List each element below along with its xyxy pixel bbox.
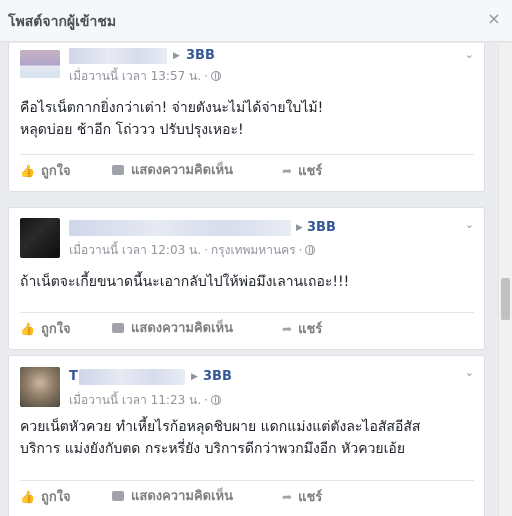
like-button[interactable]: 👍 ถูกใจ <box>20 158 71 184</box>
scrollbar[interactable] <box>498 43 512 516</box>
page-link[interactable]: 3BB <box>307 220 336 235</box>
timestamp[interactable]: เมื่อวานนี้ เวลา 13:57 น. <box>69 69 201 83</box>
share-button[interactable]: ➦ แชร์ <box>282 484 322 510</box>
dialog-title: โพสต์จากผู้เข้าชม <box>8 14 117 30</box>
share-button[interactable]: ➦ แชร์ <box>282 158 322 184</box>
dialog-header: โพสต์จากผู้เข้าชม × <box>0 0 512 42</box>
author-name-redacted[interactable] <box>69 220 291 236</box>
comment-button[interactable]: แสดงความคิดเห็น <box>112 484 233 510</box>
post-meta: เมื่อวานนี้ เวลา 11:23 น. · <box>69 391 221 410</box>
post-text: ควยเน็ตหัวควย ทำเหี้ยไรก้อหลุดชิบผาย แดก… <box>20 419 421 457</box>
post-card: ▶ 3BB เมื่อวานนี้ เวลา 12:03 น. · กรุงเทพม… <box>8 207 485 350</box>
page-link[interactable]: 3BB <box>203 369 232 384</box>
post-actions: 👍 ถูกใจ แสดงความคิดเห็น ➦ แชร์ <box>20 158 474 184</box>
divider <box>20 480 474 481</box>
like-button[interactable]: 👍 ถูกใจ <box>20 316 71 342</box>
post-actions: 👍 ถูกใจ แสดงความคิดเห็น ➦ แชร์ <box>20 316 474 342</box>
visitor-posts-feed: ▶ 3BB เมื่อวานนี้ เวลา 13:57 น. · ⌄ คือไร… <box>0 43 498 516</box>
location[interactable]: กรุงเทพมหานคร <box>211 243 296 257</box>
arrow-right-icon: ▶ <box>191 372 198 382</box>
globe-icon <box>210 395 221 405</box>
globe-icon <box>210 71 221 81</box>
arrow-right-icon: ▶ <box>173 51 180 61</box>
avatar[interactable] <box>20 50 60 78</box>
comment-button[interactable]: แสดงความคิดเห็น <box>112 316 233 342</box>
share-arrow-icon: ➦ <box>282 322 293 336</box>
chevron-down-icon[interactable]: ⌄ <box>465 48 474 61</box>
post-card: ▶ 3BB เมื่อวานนี้ เวลา 13:57 น. · ⌄ คือไร… <box>8 43 485 192</box>
timestamp[interactable]: เมื่อวานนี้ เวลา 11:23 น. <box>69 393 201 407</box>
comment-icon <box>112 165 124 175</box>
share-button[interactable]: ➦ แชร์ <box>282 316 322 342</box>
timestamp[interactable]: เมื่อวานนี้ เวลา 12:03 น. <box>69 243 201 257</box>
thumbs-up-icon: 👍 <box>20 164 35 178</box>
comment-icon <box>112 323 124 333</box>
author-name-redacted[interactable] <box>69 48 167 64</box>
post-card: T ▶ 3BB เมื่อวานนี้ เวลา 11:23 น. · ⌄ ควย… <box>8 355 485 516</box>
author-name-redacted[interactable] <box>79 369 185 385</box>
post-meta: เมื่อวานนี้ เวลา 12:03 น. · กรุงเทพมหานคร · <box>69 241 316 260</box>
author-name-initial[interactable]: T <box>69 369 78 384</box>
arrow-right-icon: ▶ <box>296 223 303 233</box>
share-arrow-icon: ➦ <box>282 164 293 178</box>
thumbs-up-icon: 👍 <box>20 490 35 504</box>
chevron-down-icon[interactable]: ⌄ <box>465 366 474 379</box>
scrollbar-thumb[interactable] <box>501 278 510 320</box>
comment-button[interactable]: แสดงความคิดเห็น <box>112 158 233 184</box>
post-text: ถ้าเน็ตจะเกี้ยขนาดนี้นะเอากลับไปให้พ่อมึ… <box>20 274 350 290</box>
comment-icon <box>112 491 124 501</box>
share-arrow-icon: ➦ <box>282 490 293 504</box>
post-text: คือไรเน็ตกากยิ่งกว่าเต่า! จ่ายตังนะไม่ได… <box>20 100 324 138</box>
avatar[interactable] <box>20 218 60 258</box>
close-icon[interactable]: × <box>486 10 502 28</box>
post-actions: 👍 ถูกใจ แสดงความคิดเห็น ➦ แชร์ <box>20 484 474 510</box>
divider <box>20 154 474 155</box>
post-meta: เมื่อวานนี้ เวลา 13:57 น. · <box>69 67 221 86</box>
globe-icon <box>305 245 316 255</box>
chevron-down-icon[interactable]: ⌄ <box>465 218 474 231</box>
page-link[interactable]: 3BB <box>186 48 215 63</box>
thumbs-up-icon: 👍 <box>20 322 35 336</box>
avatar[interactable] <box>20 367 60 407</box>
like-button[interactable]: 👍 ถูกใจ <box>20 484 71 510</box>
divider <box>20 312 474 313</box>
